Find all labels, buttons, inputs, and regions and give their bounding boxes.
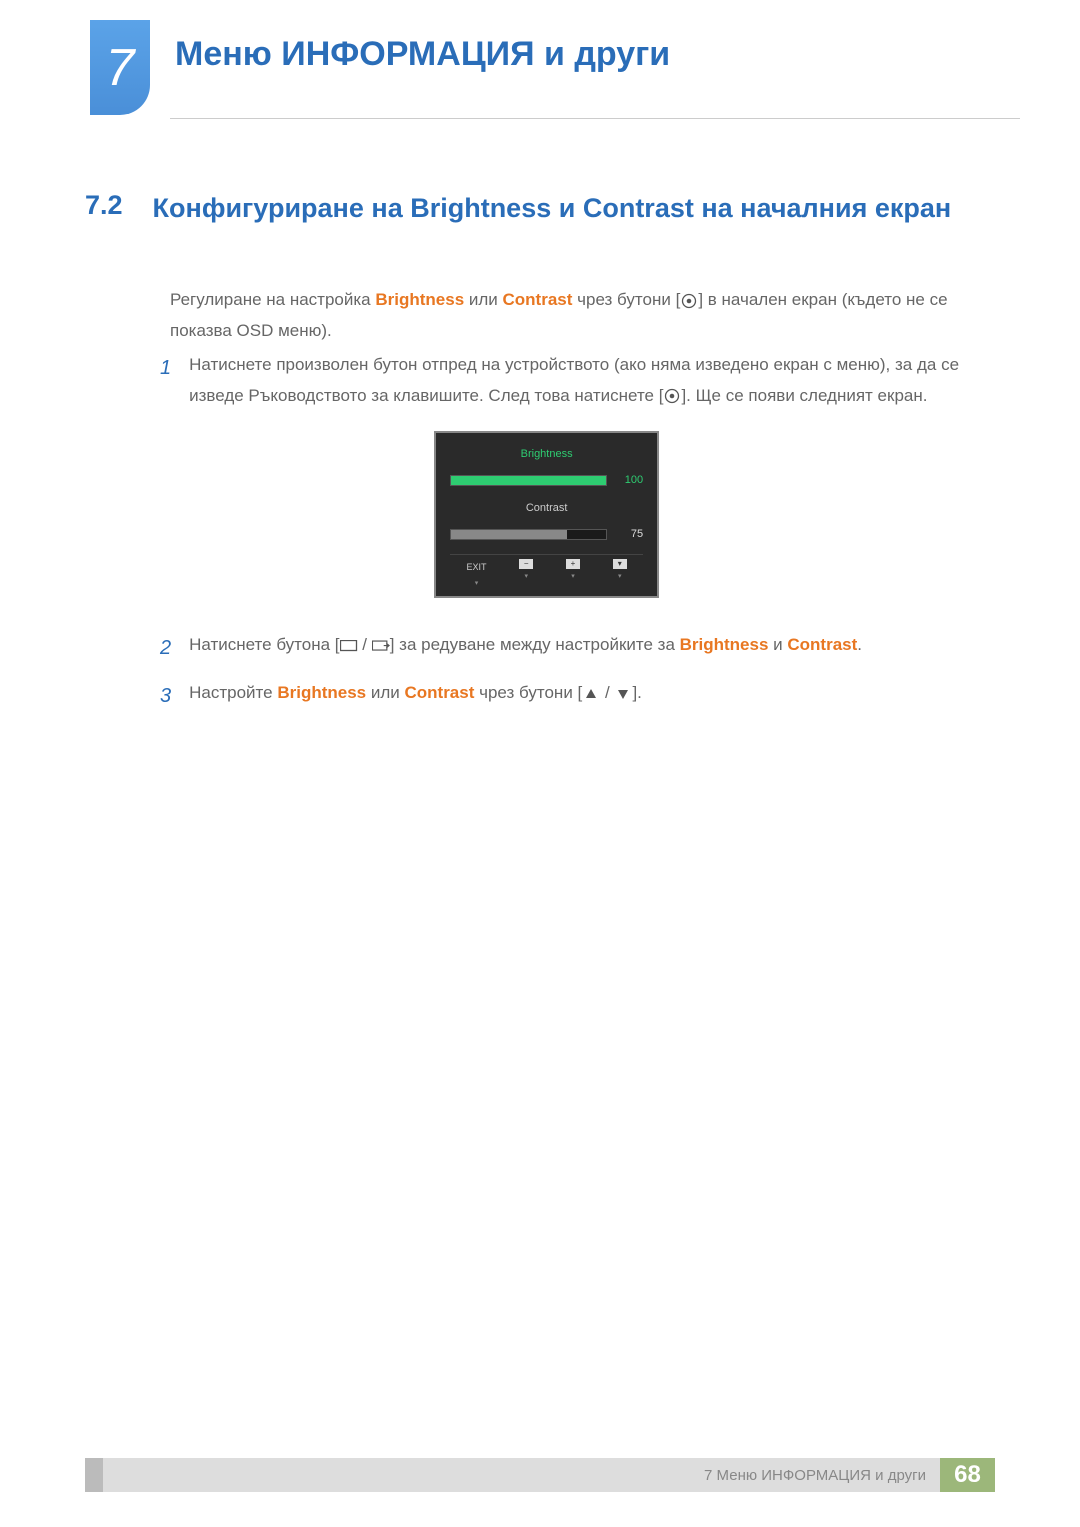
marker-icon: ▾ — [571, 571, 575, 584]
down-triangle-icon — [614, 687, 632, 701]
text: ]. Ще се появи следният екран. — [681, 386, 927, 405]
step-number: 2 — [160, 630, 171, 666]
osd-contrast-value: 75 — [615, 525, 643, 545]
osd-contrast-row: 75 — [450, 525, 643, 545]
text: . — [857, 635, 862, 654]
text: Настройте — [189, 683, 277, 702]
minus-icon: − — [519, 559, 533, 569]
footer-text: 7 Меню ИНФОРМАЦИЯ и други — [704, 1467, 926, 1484]
osd-brightness-track — [450, 475, 607, 486]
target-icon — [680, 294, 698, 308]
footer-page-number: 68 — [940, 1458, 995, 1492]
osd-minus-button: − ▾ — [519, 559, 533, 590]
osd-down-button: ▾ ▾ — [613, 559, 627, 590]
step-2: 2 Натиснете бутона [ / ] за редуване меж… — [160, 630, 980, 666]
osd-brightness-fill — [451, 476, 606, 485]
chapter-number-tab: 7 — [90, 20, 150, 115]
header-divider — [170, 118, 1020, 119]
highlight-brightness: Brightness — [277, 683, 366, 702]
text: Натиснете бутона [ — [189, 635, 339, 654]
text: / — [600, 683, 614, 702]
step-number: 1 — [160, 350, 171, 618]
section-number: 7.2 — [85, 190, 123, 226]
text: / — [358, 635, 372, 654]
highlight-brightness: Brightness — [680, 635, 769, 654]
osd-exit-label: EXIT — [466, 559, 486, 575]
osd-button-row: EXIT ▾ − ▾ + ▾ ▾ ▾ — [450, 554, 643, 590]
text: чрез бутони [ — [572, 290, 680, 309]
osd-contrast-track — [450, 529, 607, 540]
text: и — [768, 635, 787, 654]
section-title: Конфигуриране на Brightness и Contrast н… — [153, 190, 952, 226]
osd-plus-button: + ▾ — [566, 559, 580, 590]
highlight-contrast: Contrast — [404, 683, 474, 702]
up-triangle-icon — [582, 687, 600, 701]
chapter-title: Меню ИНФОРМАЦИЯ и други — [175, 35, 670, 74]
highlight-brightness: Brightness — [375, 290, 464, 309]
screen-icon — [340, 639, 358, 653]
text: чрез бутони [ — [474, 683, 582, 702]
text: ] за редуване между настройките за — [390, 635, 680, 654]
osd-brightness-row: 100 — [450, 471, 643, 491]
step-3: 3 Настройте Brightness или Contrast чрез… — [160, 678, 980, 714]
osd-contrast-label: Contrast — [450, 499, 643, 519]
highlight-contrast: Contrast — [787, 635, 857, 654]
osd-contrast-fill — [451, 530, 567, 539]
text: ]. — [632, 683, 641, 702]
marker-icon: ▾ — [524, 571, 528, 584]
text: Регулиране на настройка — [170, 290, 375, 309]
intro-paragraph: Регулиране на настройка Brightness или C… — [170, 285, 980, 346]
osd-brightness-label: Brightness — [450, 445, 643, 465]
text: или — [366, 683, 404, 702]
marker-icon: ▾ — [475, 578, 479, 591]
footer-bar: 7 Меню ИНФОРМАЦИЯ и други 68 — [85, 1458, 995, 1492]
screen-enter-icon — [372, 639, 390, 653]
step-list: 1 Натиснете произволен бутон отпред на у… — [160, 350, 980, 726]
target-icon — [663, 389, 681, 403]
plus-icon: + — [566, 559, 580, 569]
text: или — [464, 290, 502, 309]
step-number: 3 — [160, 678, 171, 714]
osd-panel: Brightness 100 Contrast 75 EXIT — [434, 431, 659, 598]
down-icon: ▾ — [613, 559, 627, 569]
osd-exit-button: EXIT ▾ — [466, 559, 486, 590]
section-heading: 7.2 Конфигуриране на Brightness и Contra… — [85, 190, 985, 226]
step-1: 1 Натиснете произволен бутон отпред на у… — [160, 350, 980, 618]
marker-icon: ▾ — [618, 571, 622, 584]
osd-brightness-value: 100 — [615, 471, 643, 491]
highlight-contrast: Contrast — [503, 290, 573, 309]
